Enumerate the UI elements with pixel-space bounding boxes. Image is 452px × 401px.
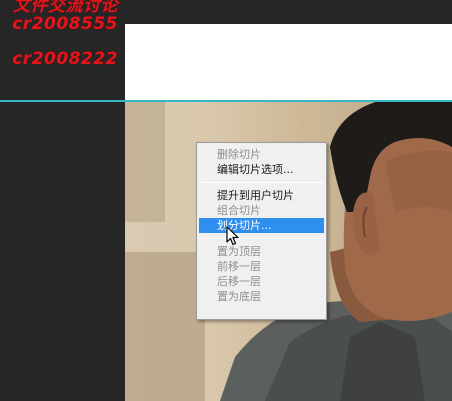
menu-item-combine-slices[interactable]: 组合切片 <box>197 203 326 218</box>
menu-item-delete-slice[interactable]: 删除切片 <box>197 147 326 162</box>
menu-separator <box>201 182 323 183</box>
canvas-blank-area[interactable] <box>125 24 452 100</box>
watermark-line: cr2008222 <box>12 49 118 69</box>
menu-item-edit-slice-options[interactable]: 编辑切片选项... <box>197 162 326 177</box>
menu-item-send-to-back[interactable]: 置为底层 <box>197 289 326 304</box>
arrow-pointer-icon <box>226 226 239 246</box>
context-menu: 删除切片 编辑切片选项... 提升到用户切片 组合切片 划分切片... 置为顶层… <box>196 142 327 320</box>
menu-item-bring-forward[interactable]: 前移一层 <box>197 259 326 274</box>
menu-item-send-backward[interactable]: 后移一层 <box>197 274 326 289</box>
menu-item-promote-to-user-slice[interactable]: 提升到用户切片 <box>197 188 326 203</box>
screen: 文件交流讨论 cr2008555 cr2008222 删除切片 编辑切片选项..… <box>0 0 452 401</box>
watermark-line: cr2008555 <box>12 14 118 34</box>
menu-item-divide-slice[interactable]: 划分切片... <box>199 218 324 233</box>
menu-separator <box>201 238 323 239</box>
menu-item-bring-to-front[interactable]: 置为顶层 <box>197 244 326 259</box>
